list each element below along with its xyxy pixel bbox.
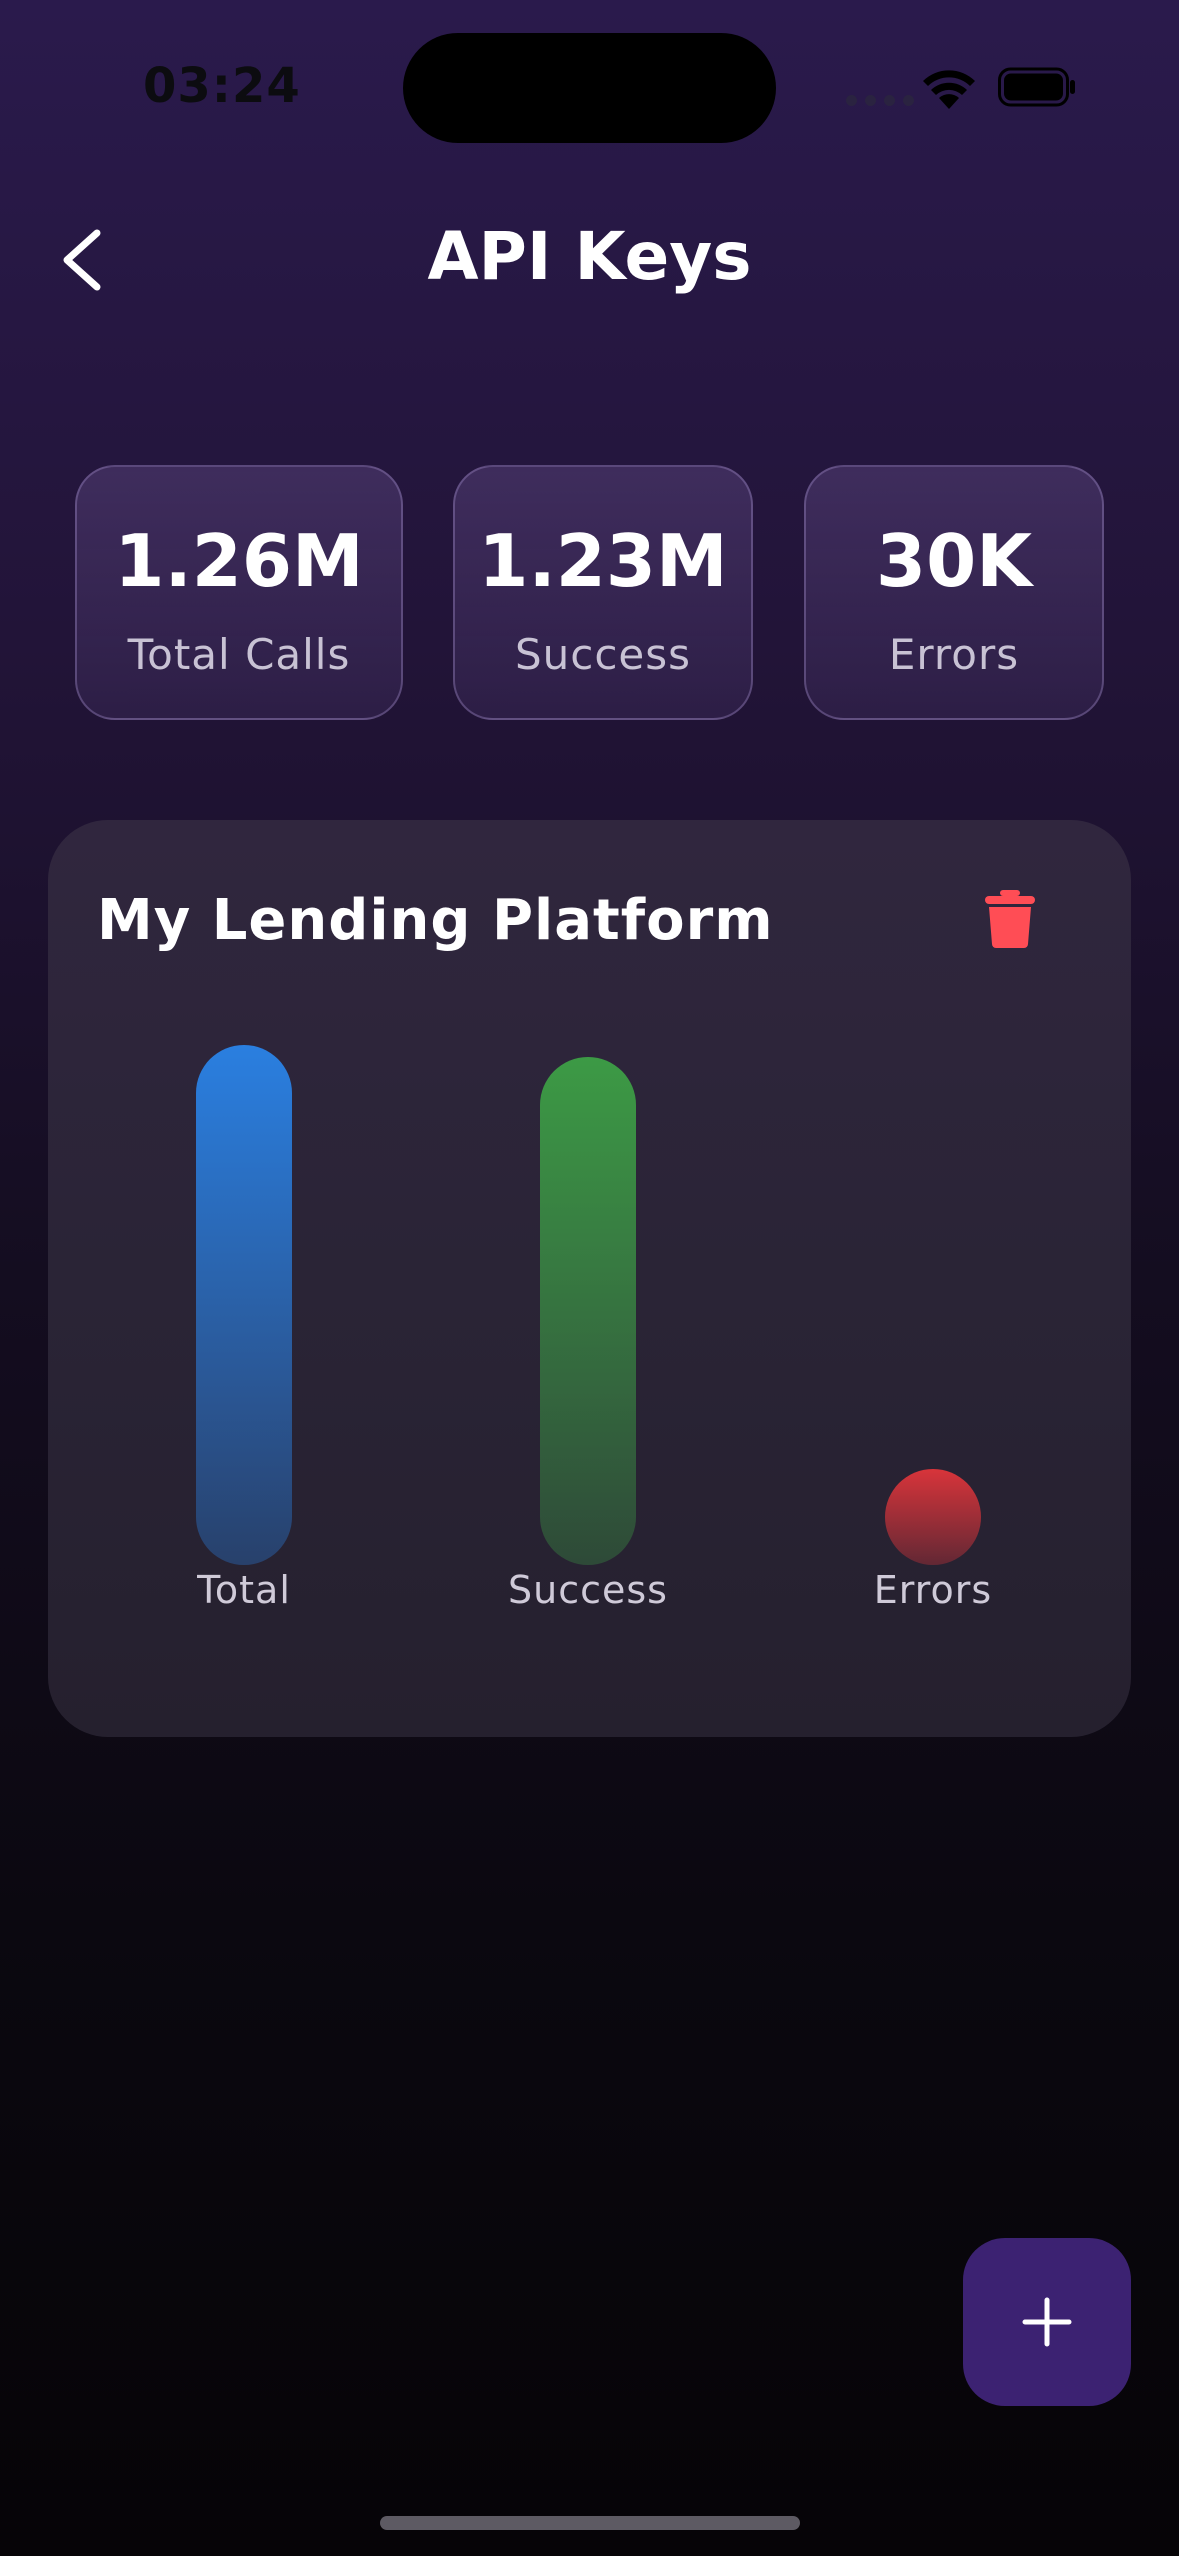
stat-label: Success (514, 630, 692, 679)
home-indicator (380, 2516, 800, 2530)
status-bar: 03:24 (0, 0, 1179, 160)
chart-label-errors: Errors (873, 1568, 993, 1612)
chart-bar-success (540, 1057, 636, 1565)
api-key-name: My Lending Platform (97, 888, 774, 953)
dynamic-island (403, 33, 776, 143)
cellular-signal-icon (846, 95, 914, 106)
stat-card-total-calls: 1.26M Total Calls (75, 465, 403, 720)
chart-label-success: Success (508, 1568, 668, 1612)
add-api-key-button[interactable] (963, 2238, 1131, 2406)
battery-icon (998, 67, 1075, 107)
page-title: API Keys (427, 218, 752, 295)
chart-bar-errors (885, 1469, 981, 1565)
stat-label: Errors (888, 630, 1020, 679)
stat-card-errors: 30K Errors (804, 465, 1104, 720)
chart-label-total: Total (197, 1568, 291, 1612)
trash-icon[interactable] (985, 890, 1035, 948)
plus-icon (1022, 2297, 1072, 2347)
api-key-card[interactable]: My Lending Platform Total Success Errors (48, 820, 1131, 1737)
status-time: 03:24 (143, 58, 301, 114)
stat-label: Total Calls (127, 630, 351, 679)
chart-bar-total (196, 1045, 292, 1565)
stat-card-success: 1.23M Success (453, 465, 753, 720)
stat-value: 30K (876, 519, 1032, 603)
stat-value: 1.26M (114, 519, 364, 603)
stat-value: 1.23M (478, 519, 728, 603)
wifi-icon (923, 70, 975, 109)
